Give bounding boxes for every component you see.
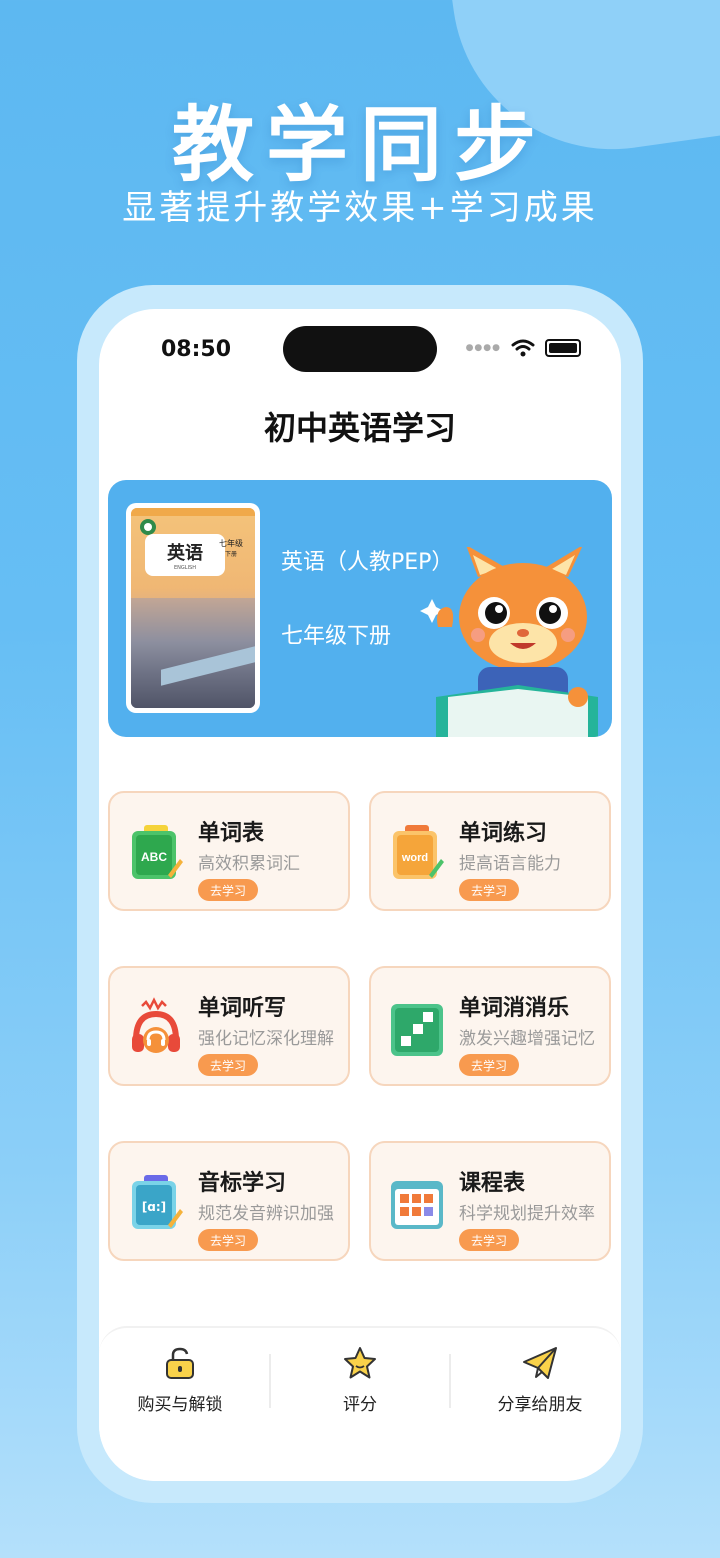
- bottom-tab-bar: 购买与解锁 评分 分享给朋友: [99, 1326, 621, 1481]
- book-grade: 七年级 下册: [219, 539, 243, 558]
- status-time: 08:50: [161, 337, 232, 362]
- card-title: 单词消消乐: [459, 996, 570, 1021]
- card-title: 课程表: [459, 1171, 526, 1196]
- svg-text:[ɑ:]: [ɑ:]: [142, 1200, 166, 1214]
- page-title: 初中英语学习: [263, 409, 456, 447]
- card-title: 单词练习: [459, 821, 548, 846]
- headphones-icon: [132, 997, 180, 1053]
- card-desc: 高效积累词汇: [198, 854, 300, 874]
- paper-plane-icon: [523, 1347, 557, 1379]
- abc-notebook-icon: ABC: [132, 825, 183, 879]
- star-icon: [344, 1347, 376, 1379]
- book-subtitle: ENGLISH: [174, 565, 196, 571]
- tab-label: 购买与解锁: [137, 1395, 223, 1415]
- card-desc: 规范发音辨识加强: [198, 1204, 334, 1224]
- signal-icon: ●●●●: [465, 343, 501, 353]
- battery-icon: [545, 339, 581, 357]
- card-title: 音标学习: [198, 1171, 287, 1196]
- card-desc: 提高语言能力: [459, 854, 561, 874]
- fox-mascot-icon: [420, 547, 598, 737]
- card-title: 单词表: [198, 821, 265, 846]
- puzzle-blocks-icon: [391, 1004, 443, 1056]
- textbook-banner[interactable]: 英语 ENGLISH 七年级 下册 英语（人教PEP） 七年级下册: [108, 480, 612, 737]
- go-study-button[interactable]: 去学习: [459, 1054, 519, 1076]
- banner-grade: 七年级下册: [281, 624, 392, 649]
- svg-text:ABC: ABC: [141, 850, 167, 864]
- card-desc: 激发兴趣增强记忆: [459, 1029, 595, 1049]
- tab-divider: [449, 1354, 451, 1408]
- schedule-icon: [391, 1181, 443, 1229]
- card-title: 单词听写: [198, 996, 287, 1021]
- tab-label: 评分: [343, 1395, 377, 1415]
- tab-label: 分享给朋友: [497, 1395, 583, 1415]
- word-notebook-icon: word: [393, 825, 444, 879]
- unlock-icon: [166, 1347, 194, 1379]
- card-desc: 强化记忆深化理解: [198, 1029, 334, 1049]
- tab-purchase-unlock[interactable]: 购买与解锁: [99, 1346, 267, 1415]
- schedule-card[interactable]: 课程表 科学规划提升效率 去学习: [369, 1141, 611, 1261]
- go-study-button[interactable]: 去学习: [198, 1054, 258, 1076]
- go-study-button[interactable]: 去学习: [198, 879, 258, 901]
- tab-share[interactable]: 分享给朋友: [453, 1346, 621, 1415]
- book-title: 英语: [167, 543, 203, 564]
- hero-subtitle: 显著提升教学效果+学习成果: [122, 188, 598, 228]
- wifi-icon: [511, 339, 535, 357]
- go-study-button[interactable]: 去学习: [459, 879, 519, 901]
- dynamic-island: [283, 326, 437, 372]
- textbook-cover: 英语 ENGLISH 七年级 下册: [126, 503, 260, 713]
- tab-divider: [269, 1354, 271, 1408]
- phonetics-card[interactable]: [ɑ:] 音标学习 规范发音辨识加强 去学习: [108, 1141, 350, 1261]
- go-study-button[interactable]: 去学习: [459, 1229, 519, 1251]
- tab-rate[interactable]: 评分: [273, 1346, 447, 1415]
- word-dictation-card[interactable]: 单词听写 强化记忆深化理解 去学习: [108, 966, 350, 1086]
- card-desc: 科学规划提升效率: [459, 1204, 595, 1224]
- go-study-button[interactable]: 去学习: [198, 1229, 258, 1251]
- book-city-image: [131, 598, 255, 708]
- phonetic-notebook-icon: [ɑ:]: [132, 1175, 183, 1229]
- word-practice-card[interactable]: word 单词练习 提高语言能力 去学习: [369, 791, 611, 911]
- svg-text:word: word: [401, 852, 428, 864]
- word-match-game-card[interactable]: 单词消消乐 激发兴趣增强记忆 去学习: [369, 966, 611, 1086]
- phone-screen: 08:50 ●●●● 初中英语学习 英语 ENGLISH 七年级 下册 英语（人…: [99, 309, 621, 1481]
- status-icons: ●●●●: [466, 339, 581, 357]
- vocabulary-list-card[interactable]: ABC 单词表 高效积累词汇 去学习: [108, 791, 350, 911]
- book-title-label: 英语 ENGLISH: [145, 534, 225, 576]
